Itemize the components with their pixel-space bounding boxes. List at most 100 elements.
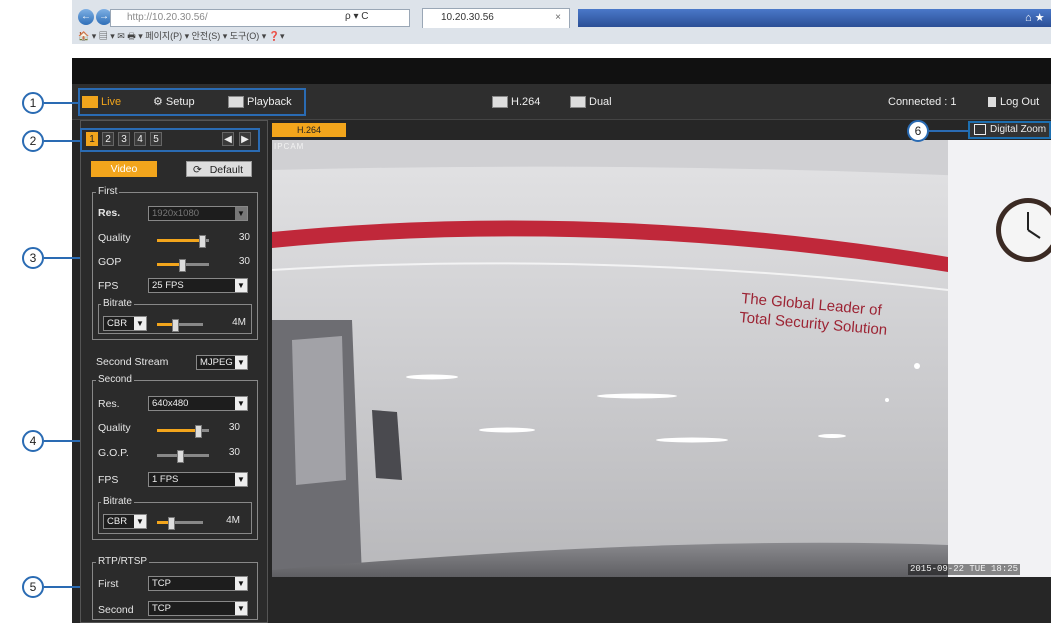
first-bitrate-mode: CBR xyxy=(107,318,128,329)
default-label: Default xyxy=(209,164,243,176)
chevron-down-icon: ▼ xyxy=(235,207,247,220)
logout-button[interactable]: Log Out xyxy=(988,84,1039,120)
first-gop-label: GOP xyxy=(98,256,122,268)
callout-1: 1 xyxy=(22,92,44,114)
first-quality-label: Quality xyxy=(98,232,131,244)
chevron-down-icon: ▼ xyxy=(235,279,247,292)
first-fps-label: FPS xyxy=(98,280,119,292)
back-arrow-icon[interactable]: ← xyxy=(78,9,94,25)
chevron-down-icon: ▼ xyxy=(134,317,146,330)
slider-knob[interactable] xyxy=(179,259,186,272)
first-res-label: Res. xyxy=(98,207,121,219)
rtp-second-label: Second xyxy=(98,604,134,616)
channel-tab-5[interactable]: 5 xyxy=(150,132,162,146)
second-quality-slider[interactable] xyxy=(157,425,209,438)
stream-icon xyxy=(492,96,508,109)
reset-icon: ⟳ xyxy=(193,164,202,176)
codec-h264-label: H.264 xyxy=(511,96,541,108)
first-res-value: 1920x1080 xyxy=(152,208,200,219)
chevron-down-icon: ▼ xyxy=(235,473,247,486)
second-gop-label: G.O.P. xyxy=(98,447,129,459)
first-quality-slider[interactable] xyxy=(157,235,209,248)
browser-tab[interactable]: 10.20.30.56 × xyxy=(422,8,570,28)
slider-fill xyxy=(157,323,173,326)
slider-knob[interactable] xyxy=(177,450,184,463)
first-bitrate-legend: Bitrate xyxy=(101,298,134,309)
first-res-select[interactable]: 1920x1080 ▼ xyxy=(148,206,248,221)
callout-line-3 xyxy=(44,257,80,259)
address-tools[interactable]: ρ ▾ C xyxy=(345,9,369,25)
playback-icon xyxy=(228,96,244,109)
channel-tab-3[interactable]: 3 xyxy=(118,132,130,146)
chevron-down-icon: ▼ xyxy=(235,397,247,410)
first-gop-slider[interactable] xyxy=(157,259,209,272)
tab-close-icon[interactable]: × xyxy=(555,9,561,27)
logout-label: Log Out xyxy=(1000,96,1040,108)
first-fps-value: 25 FPS xyxy=(152,280,184,291)
video-button[interactable]: Video xyxy=(91,161,157,177)
chevron-down-icon: ▼ xyxy=(134,515,146,528)
second-fps-value: 1 FPS xyxy=(152,474,179,485)
rtp-second-select[interactable]: TCP ▼ xyxy=(148,601,248,616)
video-codec-tab[interactable]: H.264 xyxy=(272,123,346,137)
menu-playback[interactable]: Playback xyxy=(228,84,292,120)
menu-playback-label: Playback xyxy=(247,96,292,108)
channel-prev-button[interactable]: ◀ xyxy=(222,132,234,146)
digital-zoom-label: Digital Zoom xyxy=(990,124,1047,135)
slider-fill xyxy=(157,263,181,266)
second-bitrate-slider[interactable] xyxy=(157,517,203,530)
first-bitrate-value: 4M xyxy=(232,317,246,328)
default-button[interactable]: ⟳ Default xyxy=(186,161,252,177)
monitor-icon xyxy=(82,96,98,109)
first-fps-select[interactable]: 25 FPS ▼ xyxy=(148,278,248,293)
zoom-icon xyxy=(974,123,986,135)
second-fps-select[interactable]: 1 FPS ▼ xyxy=(148,472,248,487)
callout-5: 5 xyxy=(22,576,44,598)
channel-tab-4[interactable]: 4 xyxy=(134,132,146,146)
slider-fill xyxy=(157,429,197,432)
second-gop-value: 30 xyxy=(228,447,240,458)
channel-next-button[interactable]: ▶ xyxy=(239,132,251,146)
menu-setup[interactable]: ⚙ Setup xyxy=(153,84,195,120)
second-res-value: 640x480 xyxy=(152,398,189,409)
callout-4: 4 xyxy=(22,430,44,452)
callout-3: 3 xyxy=(22,247,44,269)
menu-setup-label: Setup xyxy=(165,96,195,108)
stream-icon xyxy=(570,96,586,109)
address-text: http://10.20.30.56/ xyxy=(127,12,208,23)
slider-knob[interactable] xyxy=(168,517,175,530)
slider-knob[interactable] xyxy=(195,425,202,438)
command-bar[interactable]: 🏠 ▾ ▤ ▾ ✉ 🖶 ▾ 페이지(P) ▾ 안전(S) ▾ 도구(O) ▾ ❓… xyxy=(72,28,1051,44)
camera-name-overlay: IPCAM xyxy=(274,142,305,151)
second-gop-slider[interactable] xyxy=(157,450,209,463)
home-favorites-icons[interactable]: ⌂ ★ xyxy=(1025,9,1045,27)
tab-title: 10.20.30.56 xyxy=(441,12,494,23)
codec-dual-button[interactable]: Dual xyxy=(570,84,612,120)
callout-6: 6 xyxy=(907,120,929,142)
second-res-select[interactable]: 640x480 ▼ xyxy=(148,396,248,411)
rtp-first-value: TCP xyxy=(152,578,171,589)
channel-tab-1[interactable]: 1 xyxy=(86,132,98,146)
live-video-view[interactable]: IPCAM The Global Leader of Total Securit… xyxy=(272,140,1051,577)
rtp-first-label: First xyxy=(98,578,119,590)
second-bitrate-mode-select[interactable]: CBR ▼ xyxy=(103,514,147,529)
callout-line-1 xyxy=(44,102,80,104)
rtp-first-select[interactable]: TCP ▼ xyxy=(148,576,248,591)
first-quality-value: 30 xyxy=(238,232,250,243)
chevron-down-icon: ▼ xyxy=(235,602,247,615)
menu-live[interactable]: Live xyxy=(82,84,121,120)
connected-status: Connected : 1 xyxy=(888,96,957,108)
slider-knob[interactable] xyxy=(199,235,206,248)
channel-tab-2[interactable]: 2 xyxy=(102,132,114,146)
chevron-down-icon: ▼ xyxy=(235,356,247,369)
callout-line-2 xyxy=(44,140,80,142)
first-bitrate-mode-select[interactable]: CBR ▼ xyxy=(103,316,147,331)
codec-h264-button[interactable]: H.264 xyxy=(492,84,540,120)
second-legend: Second xyxy=(96,374,134,385)
first-bitrate-slider[interactable] xyxy=(157,319,203,332)
second-stream-select[interactable]: MJPEG ▼ xyxy=(196,355,248,370)
timestamp-overlay: 2015-09-22 TUE 18:25 xyxy=(908,564,1021,575)
slider-knob[interactable] xyxy=(172,319,179,332)
codec-dual-label: Dual xyxy=(589,96,612,108)
digital-zoom-button[interactable]: Digital Zoom xyxy=(968,121,1051,139)
